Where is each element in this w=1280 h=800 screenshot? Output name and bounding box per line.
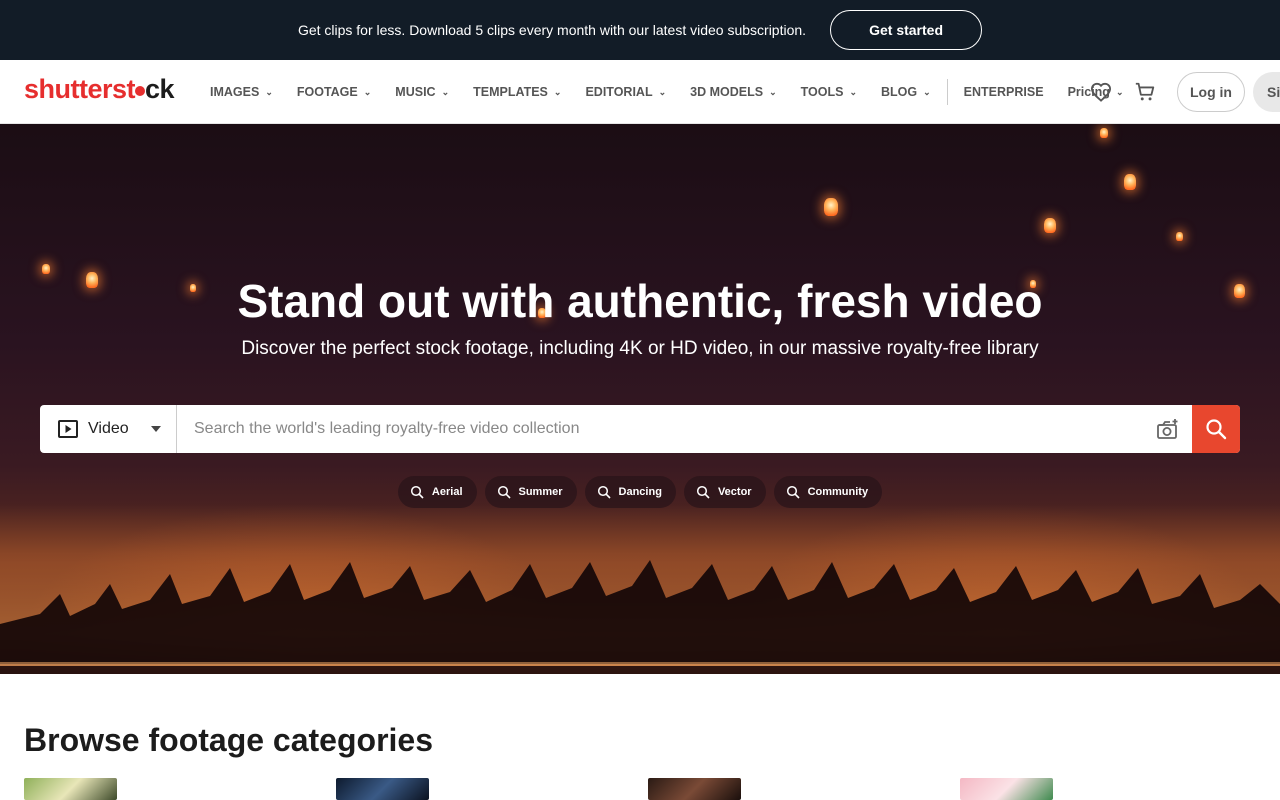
login-button[interactable]: Log in [1177,72,1245,112]
suggestion-chips: Aerial Summer Dancing Vector Community [0,476,1280,508]
nav-item-tools[interactable]: TOOLS ⌄ [801,85,857,99]
nav-item-music[interactable]: MUSIC ⌄ [395,85,449,99]
nav-item-editorial[interactable]: EDITORIAL ⌄ [585,85,666,99]
nav-item-blog[interactable]: BLOG ⌄ [881,85,931,99]
category-thumbnail[interactable] [336,778,429,800]
search-icon [696,485,710,499]
lantern-decoration [1176,232,1183,241]
media-type-label: Video [88,420,129,437]
nav-item-3d-models[interactable]: 3D MODELS ⌄ [690,85,776,99]
category-thumbnail[interactable] [648,778,741,800]
main-nav: shutterst ck IMAGES ⌄ FOOTAGE ⌄ MUSIC ⌄ TEMP… [0,60,1280,124]
promo-text: Get clips for less. Download 5 clips eve… [297,22,807,38]
chevron-down-icon: ⌄ [441,86,450,97]
chip-label: Vector [717,486,752,498]
caret-down-icon [150,426,161,432]
camera-search-icon[interactable] [1144,405,1192,453]
search-icon [497,485,511,499]
chip-label: Summer [518,486,563,498]
chip-vector[interactable]: Vector [683,476,766,508]
nav-item-templates[interactable]: TEMPLATES ⌄ [473,85,561,99]
nav-item-label: TOOLS [800,85,844,99]
logo-text-part1: shutterst [24,74,136,104]
nav-item-enterprise[interactable]: ENTERPRISE [964,85,1044,99]
lantern-decoration [1124,174,1136,190]
nav-item-label: FOOTAGE [296,85,358,99]
lantern-decoration [1044,218,1056,233]
lantern-decoration [824,198,838,216]
nav-item-images[interactable]: IMAGES ⌄ [210,85,273,99]
favorites-heart-icon[interactable] [1089,80,1113,104]
chevron-down-icon: ⌄ [849,86,858,97]
chip-community[interactable]: Community [773,476,883,508]
nav-item-label: TEMPLATES [473,85,548,99]
cart-icon[interactable] [1133,80,1157,104]
lantern-decoration [1100,128,1108,138]
shutterstock-logo[interactable]: shutterst ck [24,74,175,105]
browse-categories-heading: Browse footage categories [24,722,433,758]
signup-button[interactable]: Si [1253,72,1280,112]
nav-menu: IMAGES ⌄ FOOTAGE ⌄ MUSIC ⌄ TEMPLATES ⌄ EDITO… [210,60,1147,124]
chevron-down-icon: ⌄ [553,86,562,97]
crowd-silhouette [0,504,1280,674]
search-button[interactable] [1192,405,1240,453]
chip-dancing[interactable]: Dancing [584,476,676,508]
chevron-down-icon: ⌄ [923,86,931,97]
chevron-down-icon: ⌄ [769,86,777,97]
media-type-dropdown[interactable]: Video [40,405,177,453]
nav-item-label: EDITORIAL [585,85,653,99]
lantern-decoration [42,264,50,274]
nav-item-label: MUSIC [395,85,436,99]
search-icon [786,485,800,499]
hero-title: Stand out with authentic, fresh video [237,275,1043,327]
search-input[interactable] [177,405,1144,453]
get-started-button[interactable]: Get started [830,10,983,50]
nav-item-label: ENTERPRISE [963,85,1044,99]
nav-item-label: IMAGES [210,85,260,99]
promo-banner: Get clips for less. Download 5 clips eve… [0,0,1280,60]
logo-text-part2: ck [145,74,175,104]
nav-item-footage[interactable]: FOOTAGE ⌄ [297,85,371,99]
chip-summer[interactable]: Summer [484,476,577,508]
nav-divider [946,79,948,105]
hero-banner: Stand out with authentic, fresh video Di… [0,124,1280,674]
search-icon [597,485,611,499]
category-thumbnail[interactable] [24,778,117,800]
chip-label: Dancing [618,486,662,498]
chevron-down-icon: ⌄ [363,86,372,97]
nav-actions: Log in Si [1089,60,1280,124]
logo-dot-icon [135,85,146,96]
nav-item-label: 3D MODELS [690,85,764,99]
chip-label: Aerial [431,486,463,498]
chip-label: Community [807,486,869,498]
search-icon [410,485,424,499]
chip-aerial[interactable]: Aerial [397,476,477,508]
chevron-down-icon: ⌄ [658,86,667,97]
category-thumbnail[interactable] [960,778,1053,800]
search-bar: Video [40,405,1240,453]
search-icon [1206,419,1227,440]
nav-item-label: BLOG [881,85,918,99]
hero-subtitle: Discover the perfect stock footage, incl… [241,338,1039,359]
chevron-down-icon: ⌄ [265,86,273,97]
video-play-icon [58,420,78,438]
